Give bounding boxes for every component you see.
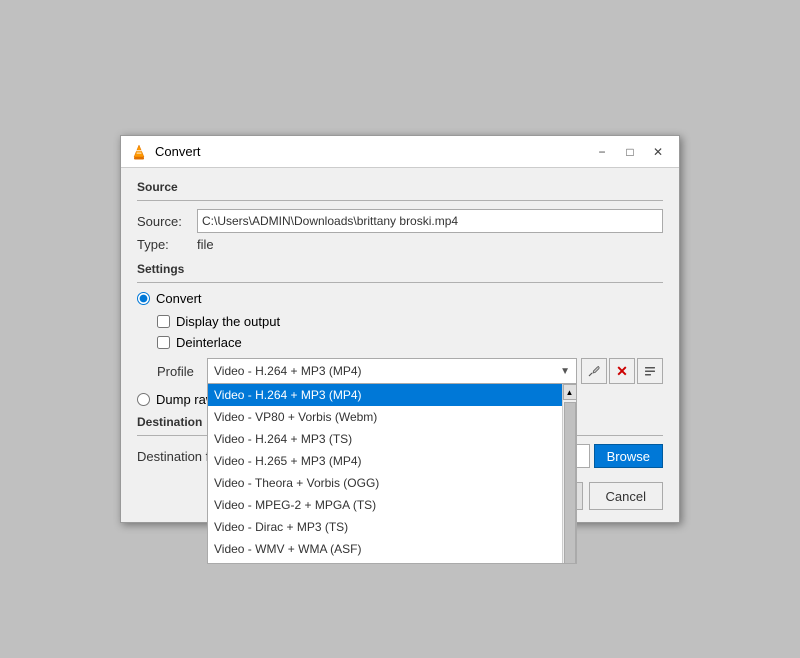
- dropdown-scrollbar: ▲ ▼: [562, 384, 576, 564]
- source-label: Source:: [137, 214, 197, 229]
- profile-option-3[interactable]: Video - H.265 + MP3 (MP4): [208, 450, 562, 472]
- source-divider: [137, 200, 663, 201]
- profile-option-0[interactable]: Video - H.264 + MP3 (MP4): [208, 384, 562, 406]
- profile-dropdown-list: Video - H.264 + MP3 (MP4) Video - VP80 +…: [207, 384, 577, 564]
- display-output-row: Display the output: [157, 314, 663, 329]
- window-body: Source Source: Type: file Settings Conve…: [121, 168, 679, 522]
- close-button[interactable]: ✕: [645, 141, 671, 163]
- profile-option-8[interactable]: Video - DIV3 + MP3 (ASF): [208, 560, 562, 564]
- cancel-button[interactable]: Cancel: [589, 482, 663, 510]
- profile-dropdown-button[interactable]: Video - H.264 + MP3 (MP4) ▼: [207, 358, 577, 384]
- settings-section-label: Settings: [137, 262, 663, 276]
- convert-radio-row: Convert: [137, 291, 663, 306]
- source-input[interactable]: [197, 209, 663, 233]
- settings-divider: [137, 282, 663, 283]
- convert-radio[interactable]: [137, 292, 150, 305]
- profile-option-4[interactable]: Video - Theora + Vorbis (OGG): [208, 472, 562, 494]
- profile-delete-button[interactable]: ✕: [609, 358, 635, 384]
- browse-button[interactable]: Browse: [594, 444, 663, 468]
- title-bar: Convert − □ ✕: [121, 136, 679, 168]
- profile-option-5[interactable]: Video - MPEG-2 + MPGA (TS): [208, 494, 562, 516]
- window-title: Convert: [155, 144, 589, 159]
- type-row: Type: file: [137, 237, 663, 252]
- source-section-label: Source: [137, 180, 663, 194]
- profile-option-7[interactable]: Video - WMV + WMA (ASF): [208, 538, 562, 560]
- vlc-icon: [129, 142, 149, 162]
- display-output-label: Display the output: [176, 314, 280, 329]
- profile-row: Profile Video - H.264 + MP3 (MP4) ▼ Vide…: [157, 358, 663, 384]
- profile-select-wrapper: Video - H.264 + MP3 (MP4) ▼ Video - H.26…: [207, 358, 577, 384]
- convert-radio-label: Convert: [156, 291, 202, 306]
- profile-edit-button[interactable]: [581, 358, 607, 384]
- window-controls: − □ ✕: [589, 141, 671, 163]
- dump-radio[interactable]: [137, 393, 150, 406]
- source-row: Source:: [137, 209, 663, 233]
- type-value: file: [197, 237, 214, 252]
- profile-label: Profile: [157, 364, 207, 379]
- convert-window: Convert − □ ✕ Source Source: Type: file …: [120, 135, 680, 523]
- delete-x-icon: ✕: [616, 364, 628, 378]
- deinterlace-checkbox[interactable]: [157, 336, 170, 349]
- profile-option-1[interactable]: Video - VP80 + Vorbis (Webm): [208, 406, 562, 428]
- profile-option-6[interactable]: Video - Dirac + MP3 (TS): [208, 516, 562, 538]
- scrollbar-thumb[interactable]: [564, 402, 576, 564]
- source-section: Source Source: Type: file: [137, 180, 663, 252]
- profile-selected-text: Video - H.264 + MP3 (MP4): [214, 364, 362, 378]
- deinterlace-row: Deinterlace: [157, 335, 663, 350]
- type-label: Type:: [137, 237, 197, 252]
- wrench-icon: [587, 364, 601, 378]
- display-output-checkbox[interactable]: [157, 315, 170, 328]
- minimize-button[interactable]: −: [589, 141, 615, 163]
- dropdown-arrow-icon: ▼: [560, 366, 570, 377]
- scrollbar-up-button[interactable]: ▲: [563, 384, 577, 400]
- list-icon: [643, 364, 657, 378]
- maximize-button[interactable]: □: [617, 141, 643, 163]
- profile-actions: ✕: [581, 358, 663, 384]
- settings-section: Settings Convert Display the output Dein…: [137, 262, 663, 407]
- profile-list-button[interactable]: [637, 358, 663, 384]
- profile-option-2[interactable]: Video - H.264 + MP3 (TS): [208, 428, 562, 450]
- deinterlace-label: Deinterlace: [176, 335, 242, 350]
